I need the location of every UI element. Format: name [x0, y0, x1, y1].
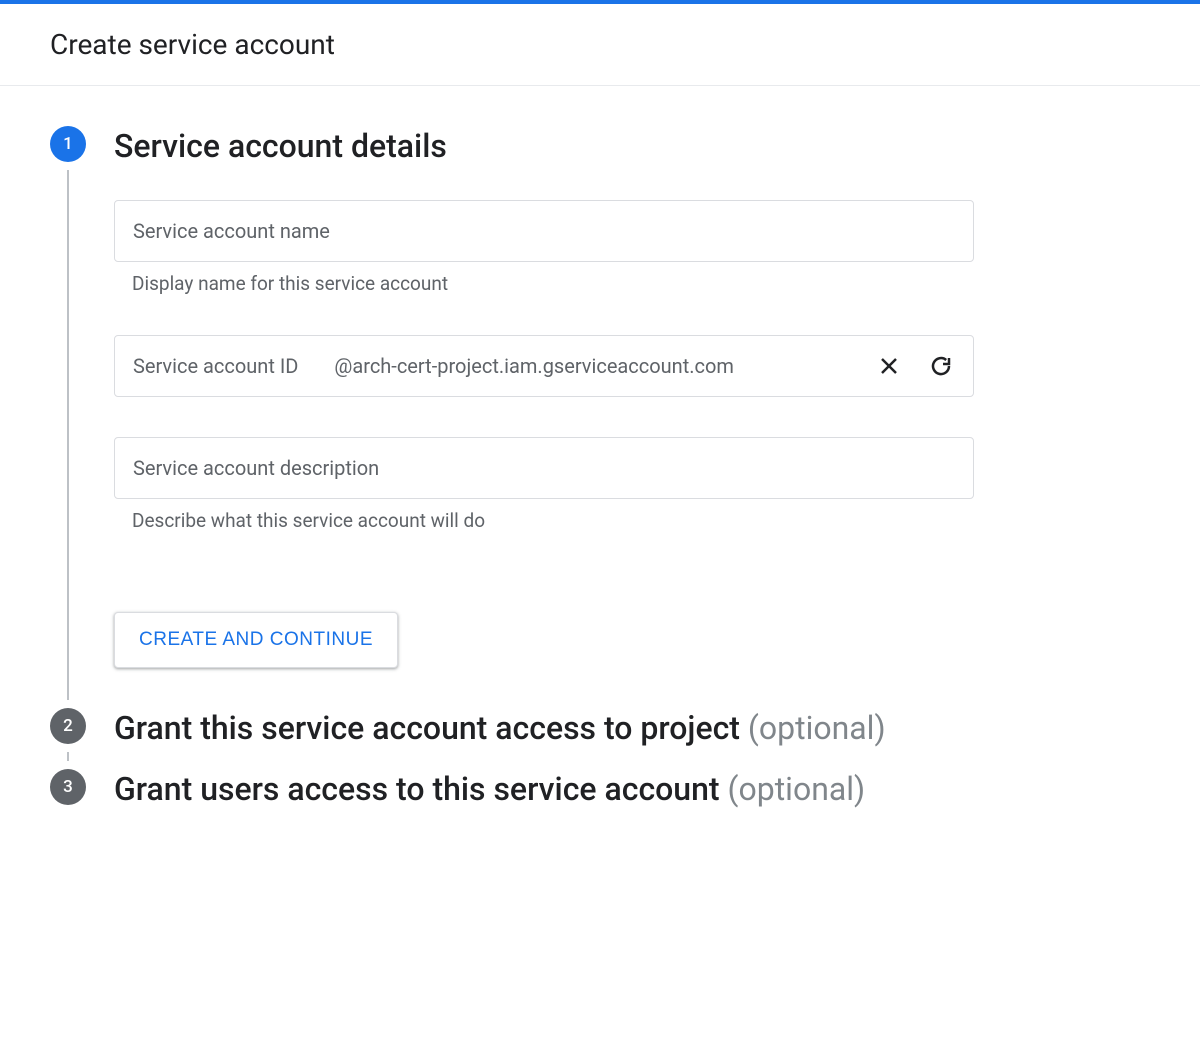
- refresh-icon[interactable]: [927, 352, 955, 380]
- step-3: 3 Grant users access to this service acc…: [50, 769, 1150, 811]
- create-and-continue-button[interactable]: CREATE AND CONTINUE: [114, 612, 398, 668]
- step-2-circle[interactable]: 2: [50, 708, 86, 744]
- page-header: Create service account: [0, 4, 1200, 86]
- service-account-id-input[interactable]: Service account ID @arch-cert-project.ia…: [114, 335, 974, 397]
- step-2-line: [67, 752, 69, 762]
- step-3-optional: (optional): [728, 770, 866, 808]
- step-2-title: Grant this service account access to pro…: [114, 708, 1150, 750]
- page-title: Create service account: [50, 28, 1150, 61]
- id-field-icons: [875, 352, 955, 380]
- id-field-suffix: @arch-cert-project.iam.gserviceaccount.c…: [334, 354, 875, 378]
- step-2-optional: (optional): [748, 709, 886, 747]
- id-field-group: Service account ID @arch-cert-project.ia…: [114, 335, 1150, 397]
- step-1-line: [67, 170, 69, 700]
- step-3-number: 3: [63, 777, 73, 797]
- name-field-group: Service account name Display name for th…: [114, 200, 1150, 295]
- id-field-label: Service account ID: [133, 354, 298, 378]
- step-3-title-text: Grant users access to this service accou…: [114, 770, 720, 808]
- clear-icon[interactable]: [875, 352, 903, 380]
- step-2-title-text: Grant this service account access to pro…: [114, 709, 740, 747]
- step-2-indicator: 2: [50, 708, 86, 770]
- main-content: 1 Service account details Service accoun…: [0, 86, 1200, 851]
- step-1-circle: 1: [50, 126, 86, 162]
- name-field-label: Service account name: [133, 219, 330, 243]
- step-1-title: Service account details: [114, 126, 1150, 168]
- step-2-number: 2: [63, 716, 73, 736]
- step-1-indicator: 1: [50, 126, 86, 708]
- desc-field-helper: Describe what this service account will …: [132, 509, 1150, 532]
- step-2: 2 Grant this service account access to p…: [50, 708, 1150, 770]
- desc-field-group: Service account description Describe wha…: [114, 437, 1150, 532]
- step-1: 1 Service account details Service accoun…: [50, 126, 1150, 708]
- step-1-number: 1: [63, 134, 73, 154]
- step-3-content: Grant users access to this service accou…: [114, 769, 1150, 811]
- name-field-helper: Display name for this service account: [132, 272, 1150, 295]
- step-3-title: Grant users access to this service accou…: [114, 769, 1150, 811]
- step-1-content: Service account details Service account …: [114, 126, 1150, 708]
- service-account-name-input[interactable]: Service account name: [114, 200, 974, 262]
- step-3-circle[interactable]: 3: [50, 769, 86, 805]
- desc-field-label: Service account description: [133, 456, 379, 480]
- service-account-description-input[interactable]: Service account description: [114, 437, 974, 499]
- step-2-content: Grant this service account access to pro…: [114, 708, 1150, 770]
- step-3-indicator: 3: [50, 769, 86, 811]
